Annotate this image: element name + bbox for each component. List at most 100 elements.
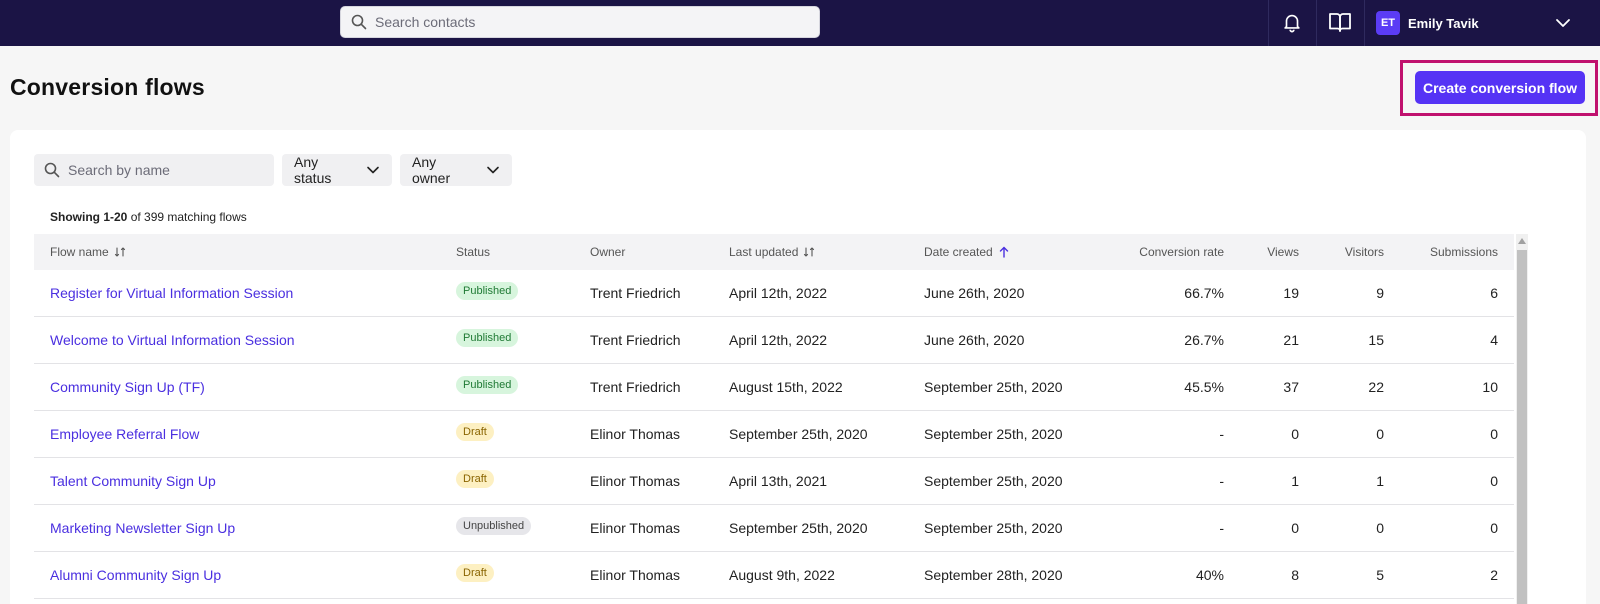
scrollbar-thumb[interactable] — [1517, 250, 1527, 604]
flow-name-link[interactable]: Alumni Community Sign Up — [50, 567, 221, 583]
user-menu[interactable]: ET Emily Tavik — [1376, 10, 1479, 36]
status-badge: Unpublished — [456, 517, 532, 535]
visitors-cell: 15 — [1368, 332, 1384, 348]
last-updated-cell: August 9th, 2022 — [729, 567, 835, 583]
table-row[interactable]: Community Sign Up (TF) Published Trent F… — [34, 364, 1514, 411]
flow-name-link[interactable]: Employee Referral Flow — [50, 426, 199, 442]
column-header-views: Views — [1267, 245, 1299, 259]
sort-icon — [114, 246, 126, 258]
visitors-cell: 1 — [1376, 473, 1384, 489]
views-cell: 0 — [1291, 426, 1299, 442]
conversion-rate-cell: - — [1219, 473, 1224, 489]
table-row[interactable]: Marketing Newsletter Sign Up Unpublished… — [34, 505, 1514, 552]
table-row[interactable]: Employee Referral Flow Draft Elinor Thom… — [34, 411, 1514, 458]
chevron-down-icon — [366, 163, 380, 177]
last-updated-cell: September 25th, 2020 — [729, 426, 868, 442]
conversion-rate-cell: - — [1219, 426, 1224, 442]
column-label: Date created — [924, 245, 993, 259]
submissions-cell: 10 — [1482, 379, 1498, 395]
conversion-rate-cell: - — [1219, 520, 1224, 536]
owner-cell: Elinor Thomas — [590, 567, 681, 583]
sort-icon — [803, 246, 815, 258]
flows-card: Any status Any owner Showing 1-20 of 399… — [10, 130, 1586, 604]
visitors-cell: 5 — [1376, 567, 1384, 583]
highlight-box: Create conversion flow — [1400, 60, 1598, 116]
owner-cell: Trent Friedrich — [590, 332, 681, 348]
submissions-cell: 2 — [1490, 567, 1498, 583]
column-header-last-updated[interactable]: Last updated — [729, 245, 815, 259]
views-cell: 19 — [1283, 285, 1299, 301]
views-cell: 0 — [1291, 520, 1299, 536]
name-search[interactable] — [34, 154, 274, 186]
contacts-search[interactable] — [340, 6, 820, 38]
book-icon — [1328, 11, 1352, 33]
divider — [1268, 0, 1269, 46]
visitors-cell: 0 — [1376, 426, 1384, 442]
search-icon — [44, 162, 60, 178]
create-conversion-flow-button[interactable]: Create conversion flow — [1415, 71, 1585, 104]
views-cell: 37 — [1283, 379, 1299, 395]
last-updated-cell: September 25th, 2020 — [729, 520, 868, 536]
notifications-button[interactable] — [1280, 10, 1304, 34]
top-navigation-bar: ET Emily Tavik — [0, 0, 1600, 46]
status-badge: Published — [456, 329, 519, 347]
column-header-date-created[interactable]: Date created — [924, 245, 1010, 259]
date-created-cell: September 25th, 2020 — [924, 520, 1063, 536]
results-count: Showing 1-20 of 399 matching flows — [50, 210, 247, 224]
divider — [1364, 0, 1365, 46]
flow-name-link[interactable]: Marketing Newsletter Sign Up — [50, 520, 235, 536]
status-badge: Published — [456, 282, 519, 300]
page-title: Conversion flows — [10, 74, 205, 100]
last-updated-cell: April 12th, 2022 — [729, 332, 828, 348]
owner-cell: Trent Friedrich — [590, 379, 681, 395]
divider — [1316, 0, 1317, 46]
date-created-cell: September 25th, 2020 — [924, 473, 1063, 489]
column-header-flow-name[interactable]: Flow name — [50, 245, 126, 259]
table-row[interactable]: Talent Community Sign Up Draft Elinor Th… — [34, 458, 1514, 505]
flow-name-link[interactable]: Community Sign Up (TF) — [50, 379, 205, 395]
last-updated-cell: April 12th, 2022 — [729, 285, 828, 301]
last-updated-cell: April 13th, 2021 — [729, 473, 828, 489]
column-header-status: Status — [456, 245, 491, 259]
column-label: Flow name — [50, 245, 109, 259]
date-created-cell: June 26th, 2020 — [924, 285, 1025, 301]
visitors-cell: 0 — [1376, 520, 1384, 536]
flow-name-link[interactable]: Talent Community Sign Up — [50, 473, 216, 489]
search-icon — [351, 14, 367, 30]
table-row[interactable]: Alumni Community Sign Up Draft Elinor Th… — [34, 552, 1514, 599]
scroll-up-arrow-icon[interactable] — [1516, 234, 1528, 248]
owner-cell: Elinor Thomas — [590, 426, 681, 442]
conversion-rate-cell: 66.7% — [1184, 285, 1224, 301]
results-range: Showing 1-20 — [50, 210, 128, 224]
views-cell: 8 — [1291, 567, 1299, 583]
owner-cell: Trent Friedrich — [590, 285, 681, 301]
submissions-cell: 0 — [1490, 426, 1498, 442]
table-scrollbar[interactable] — [1516, 234, 1528, 604]
name-search-input[interactable] — [68, 162, 268, 178]
arrow-up-icon — [998, 246, 1010, 258]
date-created-cell: September 28th, 2020 — [924, 567, 1063, 583]
conversion-rate-cell: 40% — [1195, 567, 1224, 583]
status-badge: Draft — [456, 470, 494, 488]
status-filter-dropdown[interactable]: Any status — [282, 154, 392, 186]
user-name: Emily Tavik — [1408, 15, 1479, 31]
table-row[interactable]: Welcome to Virtual Information Session P… — [34, 317, 1514, 364]
table-row[interactable]: Register for Virtual Information Session… — [34, 270, 1514, 317]
owner-filter-dropdown[interactable]: Any owner — [400, 154, 512, 186]
date-created-cell: September 25th, 2020 — [924, 379, 1063, 395]
date-created-cell: September 25th, 2020 — [924, 426, 1063, 442]
submissions-cell: 0 — [1490, 520, 1498, 536]
help-docs-button[interactable] — [1328, 10, 1352, 34]
status-badge: Published — [456, 376, 519, 394]
conversion-rate-cell: 26.7% — [1184, 332, 1224, 348]
avatar: ET — [1376, 11, 1400, 35]
flow-name-link[interactable]: Register for Virtual Information Session — [50, 285, 293, 301]
owner-cell: Elinor Thomas — [590, 520, 681, 536]
status-filter-label: Any status — [294, 154, 332, 186]
flow-name-link[interactable]: Welcome to Virtual Information Session — [50, 332, 295, 348]
column-header-submissions: Submissions — [1429, 245, 1498, 259]
visitors-cell: 9 — [1376, 285, 1384, 301]
column-header-conversion-rate: Conversion rate — [1139, 245, 1224, 259]
contacts-search-input[interactable] — [375, 14, 805, 30]
chevron-down-icon[interactable] — [1554, 14, 1572, 32]
